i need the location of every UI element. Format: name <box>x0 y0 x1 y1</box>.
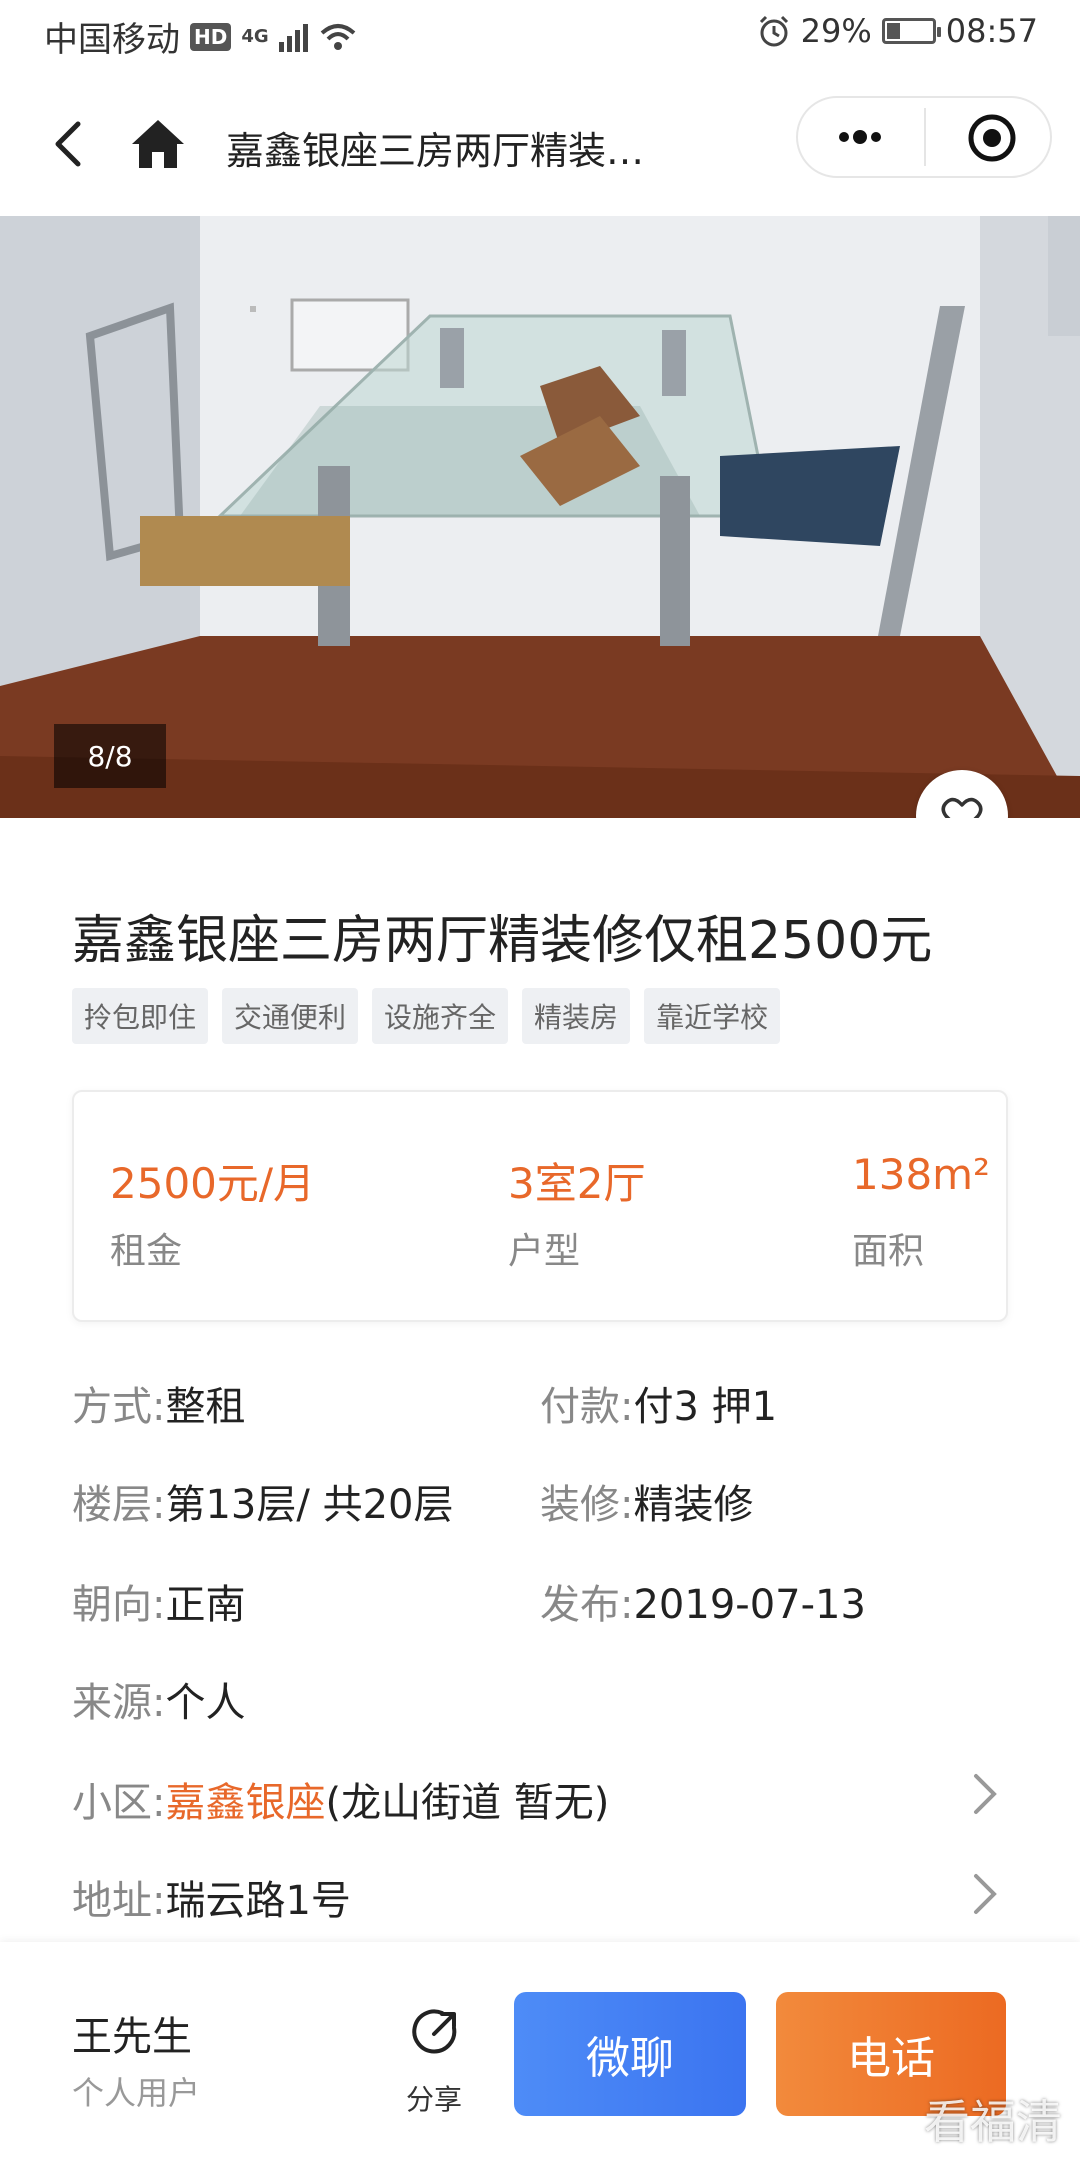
listing-title: 嘉鑫银座三房两厅精装修仅租2500元 <box>72 911 933 971</box>
owner-type: 个人用户 <box>72 2074 201 2112</box>
publish-key: 发布: <box>540 1582 634 1628</box>
page-title: 嘉鑫银座三房两厅精装… <box>226 129 645 173</box>
source-value: 个人 <box>165 1680 246 1726</box>
tag-item: 靠近学校 <box>644 988 781 1044</box>
capsule-divider <box>924 108 926 166</box>
owner-name: 王先生 <box>72 2014 192 2060</box>
battery-icon <box>881 18 941 44</box>
community-name[interactable]: 嘉鑫银座 <box>165 1780 325 1826</box>
payment-value: 付3 押1 <box>633 1384 778 1430</box>
clock: 08:57 <box>945 12 1038 50</box>
hd-badge: HD <box>190 22 232 51</box>
rental-mode: 方式:整租 <box>72 1374 245 1432</box>
share-icon[interactable] <box>408 2004 464 2060</box>
floor-key: 楼层: <box>72 1482 166 1528</box>
address-key: 地址: <box>72 1878 166 1924</box>
tag-item: 拎包即住 <box>72 988 209 1044</box>
carrier-name: 中国移动 <box>44 20 180 60</box>
chat-button[interactable]: 微聊 <box>514 1992 746 2116</box>
tag-item: 精装房 <box>522 988 631 1044</box>
tag-item: 设施齐全 <box>372 988 509 1044</box>
back-icon[interactable] <box>44 114 94 174</box>
floor-value: 第13层/ 共20层 <box>165 1482 454 1528</box>
community-key: 小区: <box>72 1780 166 1826</box>
share-label[interactable]: 分享 <box>406 2078 462 2118</box>
network-type: 4G <box>241 26 269 47</box>
chevron-right-icon[interactable] <box>970 1772 1000 1816</box>
signal-icon <box>278 22 308 52</box>
photo-counter: 8/8 <box>54 724 166 788</box>
rent-label: 租金 <box>110 1231 183 1272</box>
chevron-right-icon[interactable] <box>970 1872 1000 1916</box>
decoration-value: 精装修 <box>633 1482 754 1528</box>
home-icon[interactable] <box>128 114 188 174</box>
layout-value: 3室2厅 <box>508 1159 646 1208</box>
orientation-value: 正南 <box>165 1582 246 1628</box>
rental-mode-value: 整租 <box>165 1384 246 1430</box>
payment-key: 付款: <box>540 1384 634 1430</box>
source-info: 来源:个人 <box>72 1670 245 1728</box>
decoration-info: 装修:精装修 <box>540 1472 753 1530</box>
status-left: 中国移动 HD 4G <box>44 12 358 61</box>
community-row[interactable]: 小区:嘉鑫银座(龙山街道 暂无) <box>72 1770 1008 1828</box>
area-label: 面积 <box>852 1231 925 1272</box>
wifi-icon <box>320 23 355 50</box>
payment-terms: 付款:付3 押1 <box>540 1374 777 1432</box>
close-mini-program-icon[interactable] <box>966 112 1018 164</box>
layout-label: 户型 <box>508 1231 581 1272</box>
floor-info: 楼层:第13层/ 共20层 <box>72 1472 453 1530</box>
site-watermark: 看福清 <box>924 2095 1062 2149</box>
rental-mode-key: 方式: <box>72 1384 166 1430</box>
battery-percent: 29% <box>800 12 872 50</box>
battery-level <box>886 23 900 39</box>
publish-value: 2019-07-13 <box>633 1582 866 1628</box>
orientation-info: 朝向:正南 <box>72 1572 245 1630</box>
address-value: 瑞云路1号 <box>165 1878 351 1924</box>
community-district: (龙山街道 暂无) <box>325 1780 610 1826</box>
address-row[interactable]: 地址:瑞云路1号 <box>72 1868 1008 1926</box>
feature-tags: 拎包即住 交通便利 设施齐全 精装房 靠近学校 <box>72 988 781 1044</box>
alarm-icon <box>759 15 788 47</box>
orientation-key: 朝向: <box>72 1582 166 1628</box>
area-value: 138m² <box>852 1150 990 1199</box>
more-icon[interactable] <box>830 116 890 158</box>
source-key: 来源: <box>72 1680 166 1726</box>
publish-date: 发布:2019-07-13 <box>540 1572 866 1630</box>
status-right: 29% 08:57 <box>757 12 1038 50</box>
rent-value: 2500元/月 <box>110 1159 316 1208</box>
tag-item: 交通便利 <box>222 988 359 1044</box>
decoration-key: 装修: <box>540 1482 634 1528</box>
